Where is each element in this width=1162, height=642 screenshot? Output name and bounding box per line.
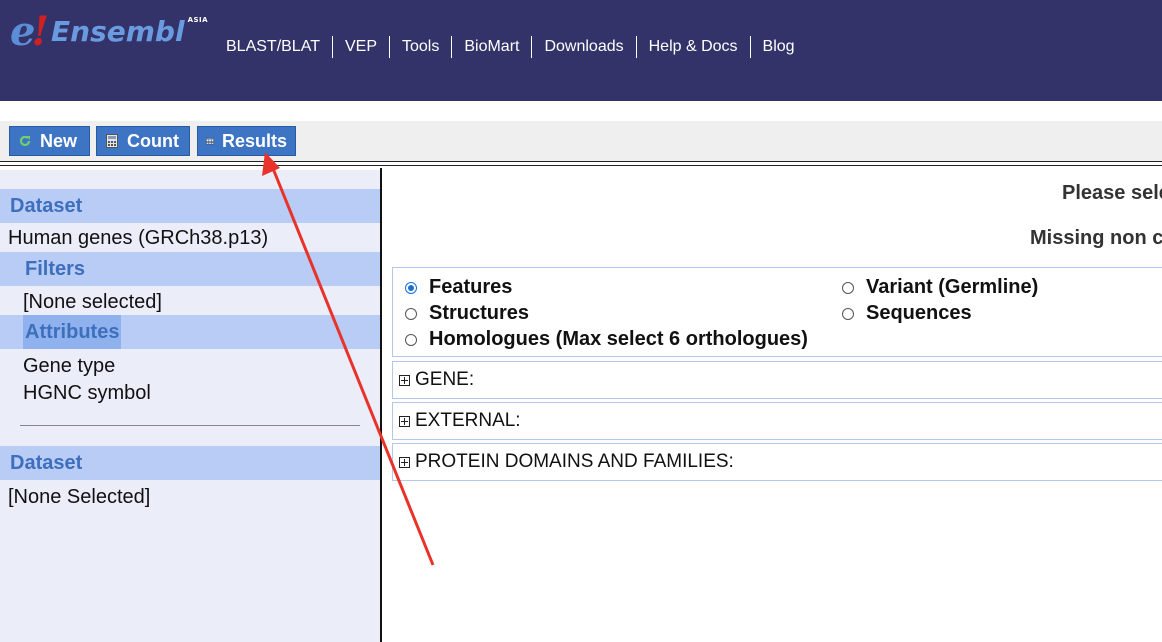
new-button-label: New xyxy=(40,130,78,151)
expand-icon[interactable] xyxy=(399,456,410,468)
radio-variant-germline-label: Variant (Germline) xyxy=(866,276,1039,298)
radio-homologues-circle[interactable] xyxy=(405,333,417,346)
radio-sequences-circle[interactable] xyxy=(842,307,854,320)
radio-sequences-label: Sequences xyxy=(866,302,972,324)
biomart-page: e ! Ensembl ASIA BLAST/BLAT VEP Tools Bi… xyxy=(0,0,1162,642)
refresh-icon xyxy=(19,135,31,147)
attribute-hgnc-symbol: HGNC symbol xyxy=(23,382,151,404)
expand-icon[interactable] xyxy=(399,415,410,427)
sidebar-divider xyxy=(20,425,360,426)
radio-homologues-label: Homologues (Max select 6 orthologues) xyxy=(429,328,808,350)
dataset2-heading[interactable]: Dataset xyxy=(0,446,380,480)
radio-structures-circle[interactable] xyxy=(405,307,417,320)
logo-bang: ! xyxy=(31,8,50,55)
nav-tools[interactable]: Tools xyxy=(388,36,451,58)
logo-text: Ensembl xyxy=(51,15,185,48)
section-protein-domains[interactable]: PROTEIN DOMAINS AND FAMILIES: xyxy=(392,443,1162,481)
dataset-heading[interactable]: Dataset xyxy=(0,189,380,223)
panel-divider xyxy=(380,168,382,642)
site-header: e ! Ensembl ASIA BLAST/BLAT VEP Tools Bi… xyxy=(0,0,1162,101)
expand-icon[interactable] xyxy=(399,374,410,386)
dataset-value[interactable]: Human genes (GRCh38.p13) xyxy=(8,226,268,250)
new-button[interactable]: New xyxy=(9,126,90,156)
section-gene-label: GENE: xyxy=(415,369,475,390)
section-gene[interactable]: GENE: xyxy=(392,361,1162,399)
prompt-line-1: Please sele xyxy=(1062,182,1162,204)
radio-homologues[interactable]: Homologues (Max select 6 orthologues) xyxy=(405,328,808,351)
attribute-gene-type: Gene type xyxy=(23,355,116,377)
count-button[interactable]: Count xyxy=(96,126,190,156)
section-external-label: EXTERNAL: xyxy=(415,410,521,431)
radio-structures-label: Structures xyxy=(429,302,530,324)
count-button-label: Count xyxy=(127,130,179,151)
toolbar-divider xyxy=(0,165,1162,166)
radio-variant-germline-circle[interactable] xyxy=(842,281,854,294)
ensembl-logo[interactable]: e ! Ensembl ASIA xyxy=(10,12,208,58)
radio-variant-germline[interactable]: Variant (Germline) xyxy=(842,276,1038,299)
filters-value: [None selected] xyxy=(23,291,162,313)
logo-region: ASIA xyxy=(187,16,209,24)
nav-vep[interactable]: VEP xyxy=(331,36,389,58)
top-nav: BLAST/BLAT VEP Tools BioMart Downloads H… xyxy=(214,36,807,58)
radio-features[interactable]: Features xyxy=(405,276,512,299)
nav-biomart[interactable]: BioMart xyxy=(451,36,531,58)
nav-blast-blat[interactable]: BLAST/BLAT xyxy=(214,36,332,58)
attributes-heading-label: Attributes xyxy=(23,315,122,349)
radio-structures[interactable]: Structures xyxy=(405,302,529,325)
summary-sidebar: Dataset Human genes (GRCh38.p13) Filters… xyxy=(0,170,380,642)
results-button[interactable]: Results xyxy=(197,126,296,156)
filters-heading[interactable]: Filters xyxy=(0,252,380,286)
table-icon xyxy=(206,137,214,145)
calculator-icon xyxy=(106,134,118,148)
attributes-heading[interactable]: Attributes xyxy=(0,315,380,349)
results-button-label: Results xyxy=(221,130,287,151)
nav-help-docs[interactable]: Help & Docs xyxy=(635,36,750,58)
dataset2-value: [None Selected] xyxy=(8,486,151,508)
radio-features-label: Features xyxy=(429,276,513,298)
prompt-line-2: Missing non c xyxy=(1030,227,1162,249)
radio-sequences[interactable]: Sequences xyxy=(842,302,972,325)
section-external[interactable]: EXTERNAL: xyxy=(392,402,1162,440)
section-protein-domains-label: PROTEIN DOMAINS AND FAMILIES: xyxy=(415,451,734,472)
nav-downloads[interactable]: Downloads xyxy=(531,36,635,58)
nav-blog[interactable]: Blog xyxy=(749,36,807,58)
radio-features-circle[interactable] xyxy=(405,281,417,294)
